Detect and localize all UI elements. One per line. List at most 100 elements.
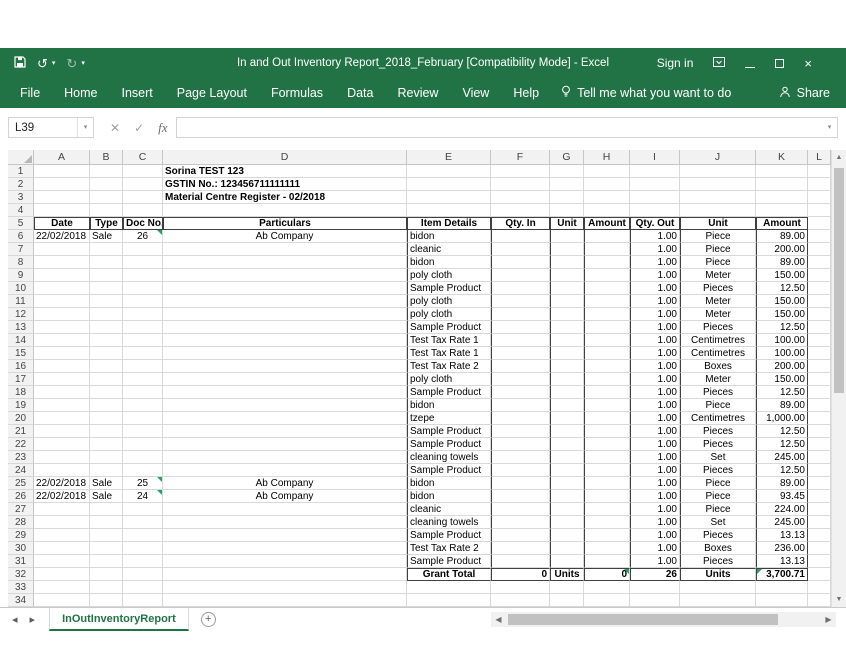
row-header-18[interactable]: 18 [8, 386, 34, 399]
column-header-B[interactable]: B [90, 150, 123, 165]
cell-I9[interactable]: 1.00 [630, 269, 680, 282]
cell-H25[interactable] [584, 477, 630, 490]
cell-A27[interactable] [34, 503, 90, 516]
cell-L15[interactable] [808, 347, 831, 360]
cell-F15[interactable] [491, 347, 550, 360]
cell-K18[interactable]: 12.50 [756, 386, 808, 399]
cell-B21[interactable] [90, 425, 123, 438]
cell-A8[interactable] [34, 256, 90, 269]
cell-I26[interactable]: 1.00 [630, 490, 680, 503]
ribbon-display-options-icon[interactable] [713, 57, 725, 70]
cell-A16[interactable] [34, 360, 90, 373]
cell-E19[interactable]: bidon [407, 399, 491, 412]
cell-A29[interactable] [34, 529, 90, 542]
cell-I30[interactable]: 1.00 [630, 542, 680, 555]
scroll-left-icon[interactable]: ◀ [491, 615, 506, 624]
cell-H21[interactable] [584, 425, 630, 438]
cell-F16[interactable] [491, 360, 550, 373]
cell-J1[interactable] [680, 165, 756, 178]
cell-B27[interactable] [90, 503, 123, 516]
cell-K26[interactable]: 93.45 [756, 490, 808, 503]
cell-J3[interactable] [680, 191, 756, 204]
cell-E15[interactable]: Test Tax Rate 1 [407, 347, 491, 360]
cell-D33[interactable] [163, 581, 407, 594]
row-header-34[interactable]: 34 [8, 594, 34, 607]
cell-B14[interactable] [90, 334, 123, 347]
cell-H9[interactable] [584, 269, 630, 282]
cell-C14[interactable] [123, 334, 163, 347]
cell-F30[interactable] [491, 542, 550, 555]
row-header-19[interactable]: 19 [8, 399, 34, 412]
cell-K30[interactable]: 236.00 [756, 542, 808, 555]
cell-J29[interactable]: Pieces [680, 529, 756, 542]
ribbon-tab-formulas[interactable]: Formulas [259, 78, 335, 108]
row-header-28[interactable]: 28 [8, 516, 34, 529]
cell-L11[interactable] [808, 295, 831, 308]
cell-C22[interactable] [123, 438, 163, 451]
cell-H4[interactable] [584, 204, 630, 217]
cell-D7[interactable] [163, 243, 407, 256]
cell-K14[interactable]: 100.00 [756, 334, 808, 347]
formula-bar-expand-icon[interactable]: ▾ [822, 117, 838, 138]
cell-L32[interactable] [808, 568, 831, 581]
cell-K6[interactable]: 89.00 [756, 230, 808, 243]
cell-I5[interactable]: Qty. Out [630, 217, 680, 230]
cell-E6[interactable]: bidon [407, 230, 491, 243]
cell-F18[interactable] [491, 386, 550, 399]
cell-I23[interactable]: 1.00 [630, 451, 680, 464]
cell-L31[interactable] [808, 555, 831, 568]
cell-I2[interactable] [630, 178, 680, 191]
cell-F22[interactable] [491, 438, 550, 451]
cell-K21[interactable]: 12.50 [756, 425, 808, 438]
cell-F20[interactable] [491, 412, 550, 425]
cell-D10[interactable] [163, 282, 407, 295]
cell-L4[interactable] [808, 204, 831, 217]
cell-L23[interactable] [808, 451, 831, 464]
cell-L29[interactable] [808, 529, 831, 542]
cell-L26[interactable] [808, 490, 831, 503]
cell-K25[interactable]: 89.00 [756, 477, 808, 490]
cell-J8[interactable]: Piece [680, 256, 756, 269]
cell-H28[interactable] [584, 516, 630, 529]
cell-J28[interactable]: Set [680, 516, 756, 529]
cell-A11[interactable] [34, 295, 90, 308]
row-header-9[interactable]: 9 [8, 269, 34, 282]
cell-B28[interactable] [90, 516, 123, 529]
cell-C30[interactable] [123, 542, 163, 555]
cell-B5[interactable]: Type [90, 217, 123, 230]
cell-L27[interactable] [808, 503, 831, 516]
cell-C16[interactable] [123, 360, 163, 373]
cell-L13[interactable] [808, 321, 831, 334]
cell-D14[interactable] [163, 334, 407, 347]
cell-A24[interactable] [34, 464, 90, 477]
cell-G31[interactable] [550, 555, 584, 568]
cell-A17[interactable] [34, 373, 90, 386]
cell-C31[interactable] [123, 555, 163, 568]
cell-G9[interactable] [550, 269, 584, 282]
cell-D2[interactable]: GSTIN No.: 123456711111111 [163, 178, 407, 191]
cell-I27[interactable]: 1.00 [630, 503, 680, 516]
cell-B7[interactable] [90, 243, 123, 256]
cell-F2[interactable] [491, 178, 550, 191]
cell-I34[interactable] [630, 594, 680, 607]
cell-C25[interactable]: 25 [123, 477, 163, 490]
ribbon-tab-view[interactable]: View [450, 78, 501, 108]
cell-I28[interactable]: 1.00 [630, 516, 680, 529]
cell-K24[interactable]: 12.50 [756, 464, 808, 477]
column-header-K[interactable]: K [756, 150, 808, 165]
ribbon-tab-home[interactable]: Home [52, 78, 109, 108]
cell-H2[interactable] [584, 178, 630, 191]
cell-C9[interactable] [123, 269, 163, 282]
cell-E2[interactable] [407, 178, 491, 191]
row-header-27[interactable]: 27 [8, 503, 34, 516]
row-header-10[interactable]: 10 [8, 282, 34, 295]
cell-F1[interactable] [491, 165, 550, 178]
cell-K9[interactable]: 150.00 [756, 269, 808, 282]
column-header-C[interactable]: C [123, 150, 163, 165]
cell-E32[interactable]: Grant Total [407, 568, 491, 581]
cell-C13[interactable] [123, 321, 163, 334]
cell-G28[interactable] [550, 516, 584, 529]
cell-F9[interactable] [491, 269, 550, 282]
cell-A1[interactable] [34, 165, 90, 178]
cell-B4[interactable] [90, 204, 123, 217]
